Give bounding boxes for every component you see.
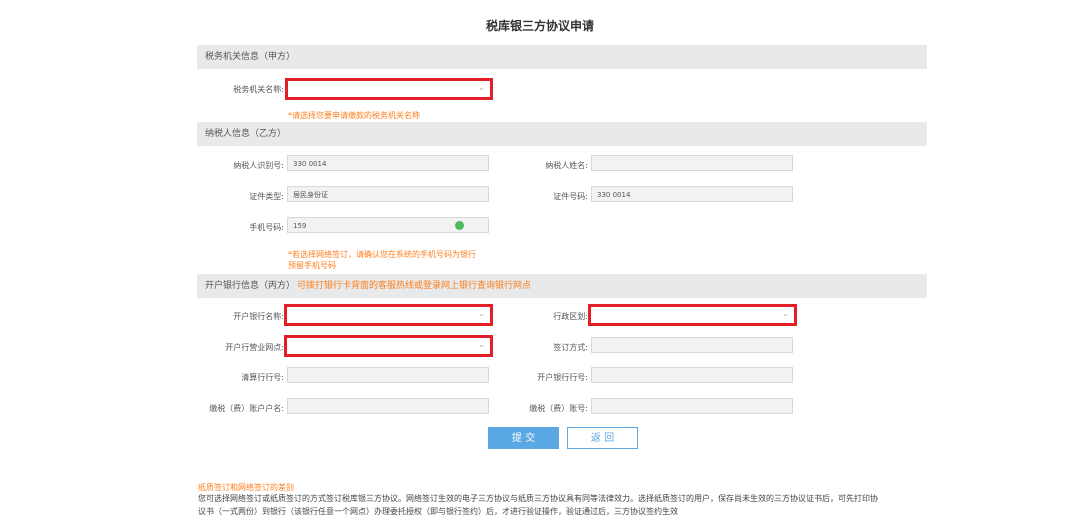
- bank-name-select[interactable]: ⌄: [284, 304, 493, 326]
- sign-method-label: 签订方式:: [553, 343, 588, 352]
- taxpayer-id-label: 纳税人识别号:: [233, 161, 284, 170]
- cert-type-label: 证件类型:: [249, 192, 284, 201]
- submit-button[interactable]: 提 交: [488, 427, 559, 449]
- phone-hint-line1: *若选择网络签订，请确认您在系统的手机号码为银行: [288, 250, 476, 259]
- cert-no-label: 证件号码:: [553, 192, 588, 201]
- account-no-label: 缴税（费）账号:: [529, 404, 588, 413]
- bank-name-label: 开户银行名称:: [233, 312, 284, 321]
- tax-office-hint: *请选择您要申请缴款的税务机关名称: [288, 111, 420, 120]
- section-note: 可拨打银行卡背面的客服热线或登录网上银行查询银行网点: [297, 281, 532, 291]
- sign-method-field[interactable]: [591, 337, 793, 353]
- info-line2: 议书（一式两份）到银行（该银行任意一个网点）办理委托授权（即与银行签约）后，才进…: [198, 507, 678, 516]
- account-name-field[interactable]: [287, 398, 489, 414]
- cert-type-field[interactable]: 居民身份证: [287, 186, 489, 202]
- taxpayer-id-field[interactable]: 330 0014: [287, 155, 489, 171]
- region-select[interactable]: ⌄: [588, 304, 797, 326]
- taxpayer-name-field[interactable]: [591, 155, 793, 171]
- tax-office-label: 税务机关名称:: [233, 85, 284, 94]
- phone-value: 159: [293, 222, 307, 230]
- cert-no-field[interactable]: 330 0014: [591, 186, 793, 202]
- section-bank-header: 开户银行信息（丙方） 可拨打银行卡背面的客服热线或登录网上银行查询银行网点: [197, 274, 927, 298]
- account-no-field[interactable]: [591, 398, 793, 414]
- clearing-bank-field[interactable]: [287, 367, 489, 383]
- section-tax-office-header: 税务机关信息（甲方）: [197, 45, 927, 69]
- branch-label: 开户行营业网点:: [225, 343, 284, 352]
- phone-hint-line2: 预留手机号码: [288, 261, 336, 270]
- clearing-bank-label: 清算行行号:: [241, 373, 284, 382]
- region-label: 行政区划:: [553, 312, 588, 321]
- tax-office-select[interactable]: ⌄: [285, 78, 493, 100]
- phone-hint: *若选择网络签订，请确认您在系统的手机号码为银行 预留手机号码: [288, 249, 476, 271]
- check-icon: [455, 221, 464, 230]
- info-text: 您可选择网络签订或纸质签订的方式签订税库银三方协议。网络签订生效的电子三方协议与…: [198, 492, 938, 518]
- chevron-down-icon: ⌄: [478, 83, 485, 92]
- phone-label: 手机号码:: [249, 223, 284, 232]
- taxpayer-name-label: 纳税人姓名:: [545, 161, 588, 170]
- page-title: 税库银三方协议申请: [485, 19, 594, 33]
- back-button[interactable]: 返 回: [567, 427, 638, 449]
- section-title: 纳税人信息（乙方）: [205, 129, 287, 139]
- section-title: 税务机关信息（甲方）: [205, 52, 296, 62]
- section-taxpayer-header: 纳税人信息（乙方）: [197, 122, 927, 146]
- info-line1: 您可选择网络签订或纸质签订的方式签订税库银三方协议。网络签订生效的电子三方协议与…: [198, 494, 878, 503]
- account-name-label: 缴税（费）账户户名:: [209, 404, 284, 413]
- bank-code-label: 开户银行行号:: [537, 373, 588, 382]
- branch-select[interactable]: ⌄: [284, 335, 493, 357]
- section-title: 开户银行信息（丙方）: [205, 281, 296, 291]
- bank-code-field[interactable]: [591, 367, 793, 383]
- chevron-down-icon: ⌄: [782, 309, 789, 318]
